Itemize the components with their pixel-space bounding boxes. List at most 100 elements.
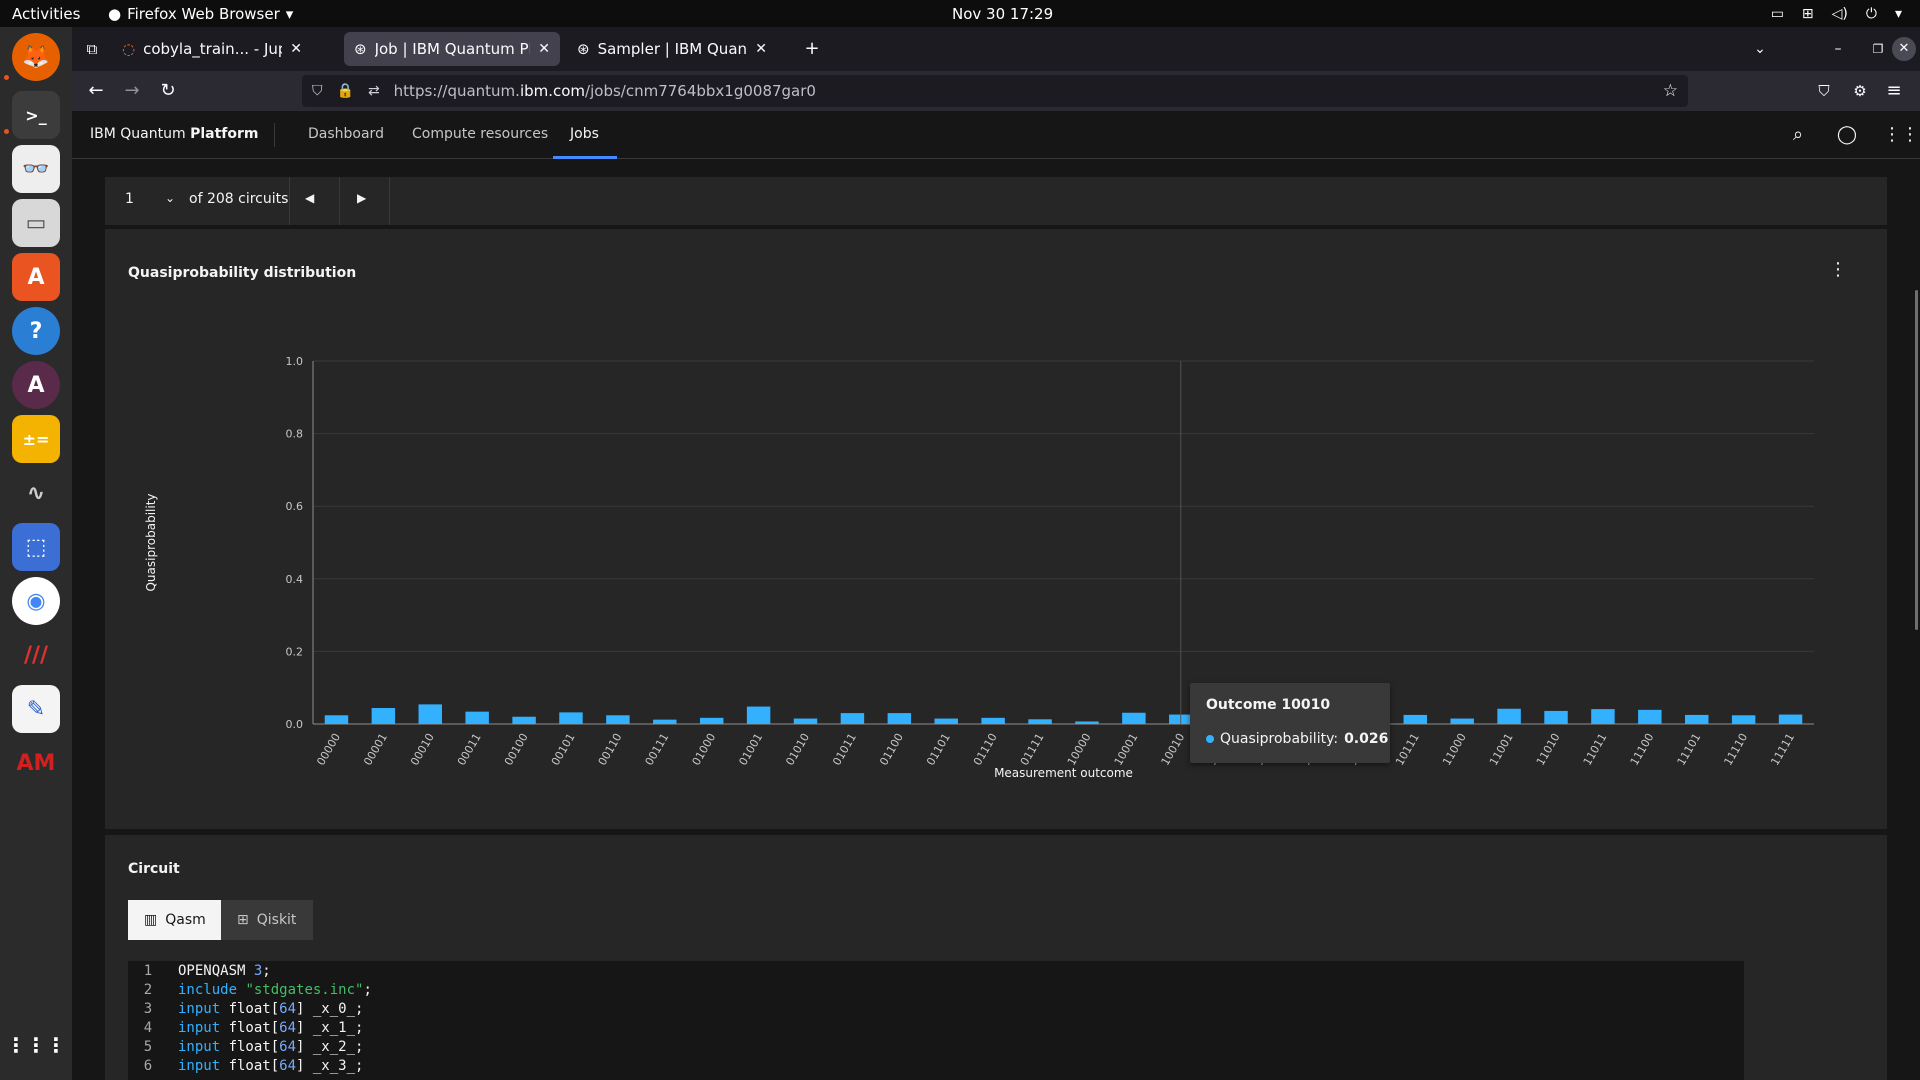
code-token: "stdgates.inc" bbox=[245, 982, 364, 998]
bar bbox=[1638, 709, 1662, 724]
quasiprobability-card: Quasiprobability distribution ⋮ 0.0 0.2 0.… bbox=[105, 229, 1887, 829]
x-tick-label: 00111 bbox=[643, 731, 672, 768]
permissions-icon[interactable]: ⇄ bbox=[368, 83, 380, 99]
dock: 🦊 >_ 👓 ▭ A ? A ±= ∿ ⬚ ◉ /// ✎ AM ⋮⋮⋮ bbox=[0, 27, 72, 1080]
extensions-icon[interactable]: ⚙ bbox=[1848, 79, 1872, 103]
shield-icon[interactable]: ⛉ bbox=[312, 83, 323, 99]
code-token: ; bbox=[363, 982, 372, 998]
code-text: input float[64] _x_3_; bbox=[178, 1058, 363, 1077]
nav-jobs[interactable]: Jobs bbox=[570, 126, 599, 142]
tab-sampler[interactable]: ⊛ Sampler | IBM Quantum D ✕ bbox=[567, 32, 777, 66]
code-token: 64 bbox=[279, 1058, 297, 1074]
tab-qiskit[interactable]: ⊞ Qiskit bbox=[221, 900, 313, 940]
tab-qasm[interactable]: ▥ Qasm bbox=[128, 900, 221, 940]
tab-job[interactable]: ⊛ Job | IBM Quantum Platfo ✕ bbox=[344, 32, 560, 66]
code-token: ] _x_0_; bbox=[296, 1001, 364, 1017]
show-apps-icon[interactable]: ⋮⋮⋮ bbox=[6, 1021, 66, 1069]
next-circuit-icon[interactable]: ▶ bbox=[357, 191, 366, 205]
app-menu[interactable]: ● Firefox Web Browser ▾ bbox=[108, 5, 293, 23]
url-prefix: https://quantum. bbox=[393, 82, 520, 100]
text-editor-icon[interactable]: ✎ bbox=[12, 685, 60, 733]
close-window-icon[interactable]: ✕ bbox=[1892, 37, 1916, 61]
tab-list-icon[interactable]: ⌄ bbox=[1748, 37, 1772, 61]
close-icon[interactable]: ✕ bbox=[538, 41, 550, 57]
menu-icon[interactable]: ≡ bbox=[1882, 79, 1906, 103]
chevron-down-icon: ▾ bbox=[1894, 5, 1902, 22]
x-tick-label: 00000 bbox=[314, 731, 343, 768]
forward-icon[interactable]: → bbox=[120, 79, 144, 103]
pocket-icon[interactable]: ⛉ bbox=[1812, 79, 1836, 103]
app-center-icon[interactable]: A bbox=[12, 253, 60, 301]
terminal-icon[interactable]: >_ bbox=[12, 91, 60, 139]
x-tick-label: 01000 bbox=[690, 731, 719, 768]
bar bbox=[653, 719, 677, 724]
code-text: OPENQASM 3; bbox=[178, 963, 271, 982]
bar bbox=[606, 715, 630, 724]
series-dot-icon bbox=[1206, 735, 1214, 743]
search-icon[interactable]: ⌕ bbox=[1786, 123, 1810, 147]
code-line: 6 input float[64] _x_3_; bbox=[128, 1058, 364, 1077]
tab-overview-icon[interactable]: ⧉ bbox=[80, 37, 104, 61]
bookmark-star-icon[interactable]: ☆ bbox=[1663, 81, 1678, 101]
restore-icon[interactable]: ❐ bbox=[1866, 37, 1890, 61]
brand-bold: Platform bbox=[190, 126, 259, 142]
circuit-select[interactable]: 1 bbox=[125, 191, 134, 207]
bar bbox=[465, 711, 489, 724]
app-switcher-icon[interactable]: ⋮⋮ bbox=[1883, 123, 1919, 147]
close-icon[interactable]: ✕ bbox=[755, 41, 767, 57]
y-tick-label: 0.2 bbox=[286, 645, 304, 658]
tab-jupyter[interactable]: ◌ cobyla_train... - JupyterL ✕ bbox=[112, 32, 312, 66]
new-tab-icon[interactable]: + bbox=[800, 37, 824, 61]
reader-icon[interactable]: 👓 bbox=[12, 145, 60, 193]
tab-label: cobyla_train... - JupyterL bbox=[143, 40, 282, 58]
url-bar[interactable]: ⛉ 🔒 ⇄ https://quantum.ibm.com/jobs/cnm77… bbox=[302, 75, 1688, 107]
divider bbox=[389, 177, 390, 225]
files-icon[interactable]: ▭ bbox=[12, 199, 60, 247]
code-token: float[ bbox=[228, 1039, 280, 1055]
activities-button[interactable]: Activities bbox=[12, 5, 80, 23]
ibm-quantum-icon: ⊛ bbox=[354, 40, 367, 58]
system-tray[interactable]: ▭ ⊞ ◁) ⏻ ▾ bbox=[1771, 6, 1902, 22]
bar bbox=[981, 717, 1005, 724]
bar bbox=[934, 718, 958, 724]
code-text: include "stdgates.inc"; bbox=[178, 982, 372, 1001]
lock-icon[interactable]: 🔒 bbox=[337, 83, 354, 99]
system-monitor-icon[interactable]: ∿ bbox=[12, 469, 60, 517]
code-token: ; bbox=[262, 963, 271, 979]
chevron-down-icon[interactable]: ⌄ bbox=[165, 191, 175, 205]
page-scrollbar[interactable] bbox=[1915, 290, 1918, 630]
code-token: input bbox=[178, 1058, 229, 1074]
help-icon[interactable]: ? bbox=[12, 307, 60, 355]
y-tick-label: 0.0 bbox=[286, 718, 304, 731]
firefox-icon[interactable]: 🦊 bbox=[12, 33, 60, 81]
url-text[interactable]: https://quantum.ibm.com/jobs/cnm7764bbx1… bbox=[394, 82, 816, 100]
network-icon: ⊞ bbox=[1801, 5, 1814, 22]
nav-dashboard[interactable]: Dashboard bbox=[308, 126, 384, 142]
platform-logo[interactable]: IBM Quantum Platform bbox=[90, 126, 258, 142]
clock[interactable]: Nov 30 17:29 bbox=[952, 5, 1053, 23]
calculator-icon[interactable]: ±= bbox=[12, 415, 60, 463]
tab-label: Job | IBM Quantum Platfo bbox=[374, 40, 531, 58]
back-icon[interactable]: ← bbox=[84, 79, 108, 103]
bar bbox=[1450, 718, 1474, 724]
previous-circuit-icon[interactable]: ◀ bbox=[305, 191, 314, 205]
bar bbox=[324, 715, 349, 724]
proview-icon[interactable]: AM bbox=[12, 739, 60, 787]
close-icon[interactable]: ✕ bbox=[290, 41, 302, 57]
ibm-app-icon[interactable]: A bbox=[12, 361, 60, 409]
paraview-icon[interactable]: /// bbox=[12, 631, 60, 679]
x-tick-label: 00110 bbox=[596, 731, 625, 768]
code-viewer[interactable]: 1 OPENQASM 3; 2 include "stdgates.inc"; 3 inp… bbox=[128, 961, 1744, 1080]
y-axis-title: Quasiprobability bbox=[144, 493, 158, 591]
chrome-icon[interactable]: ◉ bbox=[12, 577, 60, 625]
nav-compute-resources[interactable]: Compute resources bbox=[412, 126, 548, 142]
user-avatar-icon[interactable]: ◯ bbox=[1835, 123, 1859, 147]
bar bbox=[1685, 714, 1709, 724]
bar bbox=[887, 713, 912, 724]
minimize-icon[interactable]: – bbox=[1826, 37, 1850, 61]
code-token: OPENQASM bbox=[178, 963, 254, 979]
x-tick-label: 11001 bbox=[1487, 731, 1516, 768]
screenshot-icon[interactable]: ⬚ bbox=[12, 523, 60, 571]
reload-icon[interactable]: ↻ bbox=[156, 79, 180, 103]
x-tick-label: 00010 bbox=[408, 731, 437, 768]
